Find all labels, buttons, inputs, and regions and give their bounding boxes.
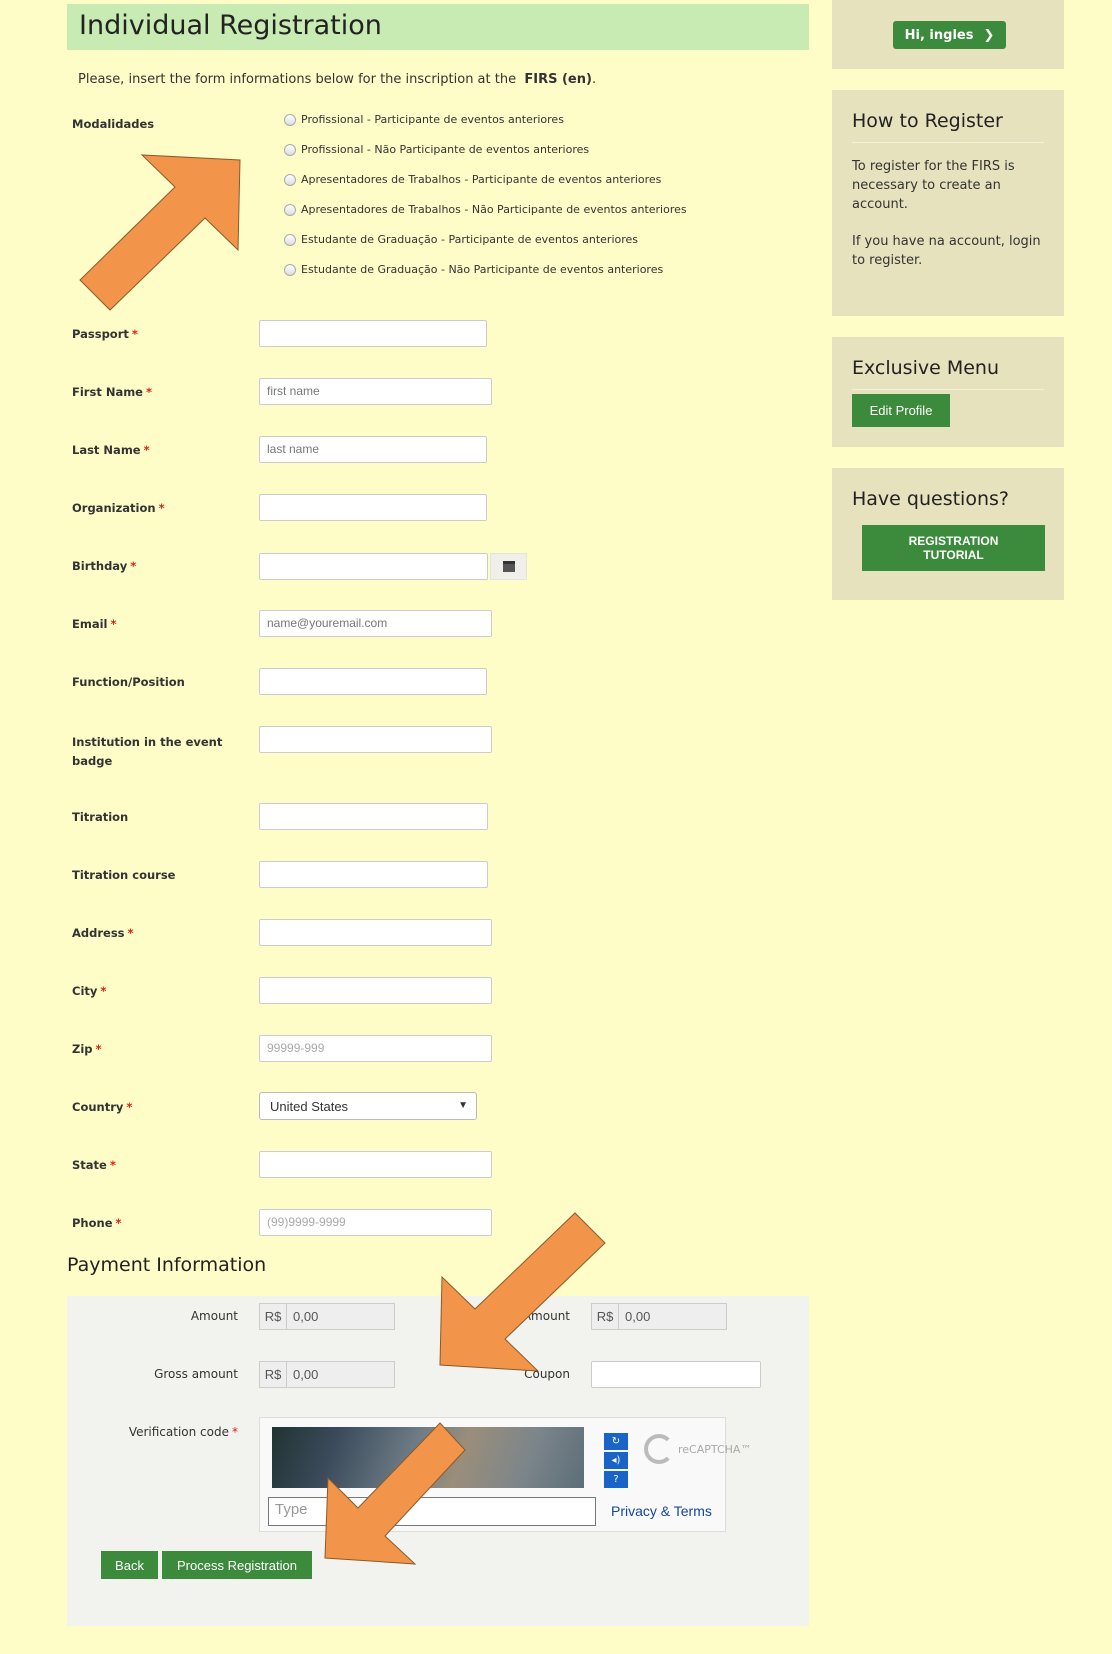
gross-amount-label: Gross amount <box>154 1367 238 1381</box>
modalidade-option-label: Profissional - Não Participante de event… <box>301 143 590 156</box>
audio-icon[interactable]: ◂) <box>604 1452 628 1469</box>
gross-amount-value: 0,00 <box>293 1367 319 1382</box>
radio-button[interactable] <box>284 113 296 126</box>
function-input[interactable] <box>259 668 487 695</box>
radio-button[interactable] <box>284 263 296 276</box>
modalidade-option[interactable]: Apresentadores de Trabalhos - Não Partic… <box>284 203 687 216</box>
user-greeting: Hi, ingles <box>904 27 974 43</box>
zip-label: Zip * <box>72 1042 102 1056</box>
coupon-input[interactable] <box>591 1361 761 1388</box>
birthday-label: Birthday * <box>72 559 137 573</box>
calendar-icon[interactable] <box>490 553 527 580</box>
how-to-register-text-2: If you have na account, login to registe… <box>852 234 1041 268</box>
intro-suffix: . <box>591 72 597 87</box>
city-input[interactable] <box>259 977 492 1004</box>
passport-input[interactable] <box>259 320 487 347</box>
captcha-controls: ↻ ◂) ? <box>604 1433 628 1488</box>
titration-course-label: Titration course <box>72 868 176 882</box>
page-title-bar: Individual Registration <box>67 4 809 50</box>
modalidade-option[interactable]: Profissional - Participante de eventos a… <box>284 113 564 126</box>
country-label: Country * <box>72 1100 133 1114</box>
titration-course-input[interactable] <box>259 861 488 888</box>
organization-input[interactable] <box>259 494 487 521</box>
address-label: Address * <box>72 926 134 940</box>
institution-label: Institution in the event badge <box>72 735 223 768</box>
modalidade-option-label: Estudante de Graduação - Não Participant… <box>301 263 664 276</box>
recaptcha-icon <box>644 1434 674 1464</box>
address-input[interactable] <box>259 919 492 946</box>
country-select-value: United States <box>270 1099 349 1114</box>
currency-symbol: R$ <box>260 1304 287 1329</box>
state-label: State * <box>72 1158 116 1172</box>
function-label: Function/Position <box>72 675 185 689</box>
organization-label: Organization * <box>72 501 165 515</box>
last-name-label: Last Name * <box>72 443 150 457</box>
questions-title: Have questions? <box>852 488 1009 510</box>
phone-label: Phone * <box>72 1216 122 1230</box>
annotation-arrow <box>439 1212 606 1372</box>
amount-field-2: R$ 0,00 <box>591 1303 727 1330</box>
amount-value: 0,00 <box>293 1309 319 1324</box>
back-button[interactable]: Back <box>101 1551 158 1579</box>
first-name-label: First Name * <box>72 385 152 399</box>
modalidade-option-label: Estudante de Graduação - Participante de… <box>301 233 639 246</box>
state-input[interactable] <box>259 1151 492 1178</box>
email-label: Email * <box>72 617 117 631</box>
payment-title: Payment Information <box>67 1254 267 1276</box>
first-name-input[interactable]: first name <box>259 378 492 405</box>
passport-label: Passport * <box>72 327 138 341</box>
radio-button[interactable] <box>284 233 296 246</box>
radio-button[interactable] <box>284 173 296 186</box>
help-icon[interactable]: ? <box>604 1471 628 1488</box>
intro-prefix: Please, insert the form informations bel… <box>78 72 517 87</box>
modalidade-option[interactable]: Apresentadores de Trabalhos - Participan… <box>284 173 661 186</box>
modalidades-label: Modalidades <box>72 117 155 131</box>
institution-input[interactable] <box>259 726 492 753</box>
currency-symbol: R$ <box>260 1362 287 1387</box>
amount-label: Amount <box>190 1309 238 1323</box>
recaptcha-logo: reCAPTCHA™ <box>644 1434 751 1464</box>
refresh-icon[interactable]: ↻ <box>604 1433 628 1450</box>
modalidade-option-label: Apresentadores de Trabalhos - Participan… <box>301 173 662 186</box>
annotation-arrow <box>79 154 241 311</box>
birthday-input[interactable] <box>259 553 488 580</box>
email-input[interactable]: name@youremail.com <box>259 610 492 637</box>
process-registration-button[interactable]: Process Registration <box>162 1551 312 1579</box>
modalidade-option-label: Apresentadores de Trabalhos - Não Partic… <box>301 203 687 216</box>
exclusive-menu-title: Exclusive Menu <box>852 357 999 379</box>
modalidade-option[interactable]: Estudante de Graduação - Participante de… <box>284 233 638 246</box>
chevron-down-icon: ❯ <box>983 27 995 43</box>
gross-amount-field: R$ 0,00 <box>259 1361 395 1388</box>
user-menu-button[interactable]: Hi, ingles ❯ <box>893 21 1006 49</box>
amount-field: R$ 0,00 <box>259 1303 395 1330</box>
registration-tutorial-button[interactable]: REGISTRATION TUTORIAL <box>862 525 1045 571</box>
modalidade-option[interactable]: Estudante de Graduação - Não Participant… <box>284 263 663 276</box>
chevron-down-icon: ▼ <box>458 1100 468 1111</box>
how-to-register-panel: How to Register To register for the FIRS… <box>832 90 1064 316</box>
radio-button[interactable] <box>284 203 296 216</box>
modalidade-option-label: Profissional - Participante de eventos a… <box>301 113 564 126</box>
titration-input[interactable] <box>259 803 488 830</box>
page-title: Individual Registration <box>79 10 382 41</box>
zip-input[interactable]: 99999-999 <box>259 1035 492 1062</box>
modalidade-option[interactable]: Profissional - Não Participante de event… <box>284 143 589 156</box>
country-select[interactable]: United States ▼ <box>259 1092 477 1120</box>
intro-text: Please, insert the form informations bel… <box>78 72 596 87</box>
radio-button[interactable] <box>284 143 296 156</box>
verification-code-label: Verification code * <box>128 1425 238 1439</box>
exclusive-menu-panel: Exclusive Menu <box>832 337 1064 447</box>
intro-event-name: FIRS (en) <box>524 72 592 87</box>
privacy-terms-link[interactable]: Privacy & Terms <box>611 1503 712 1519</box>
how-to-register-text-1: To register for the FIRS is necessary to… <box>852 159 1015 212</box>
titration-label: Titration <box>72 810 129 824</box>
last-name-input[interactable]: last name <box>259 436 487 463</box>
annotation-arrow <box>324 1422 466 1565</box>
edit-profile-button[interactable]: Edit Profile <box>852 394 950 427</box>
city-label: City * <box>72 984 107 998</box>
how-to-register-title: How to Register <box>852 110 1003 132</box>
amount-value: 0,00 <box>625 1309 651 1324</box>
